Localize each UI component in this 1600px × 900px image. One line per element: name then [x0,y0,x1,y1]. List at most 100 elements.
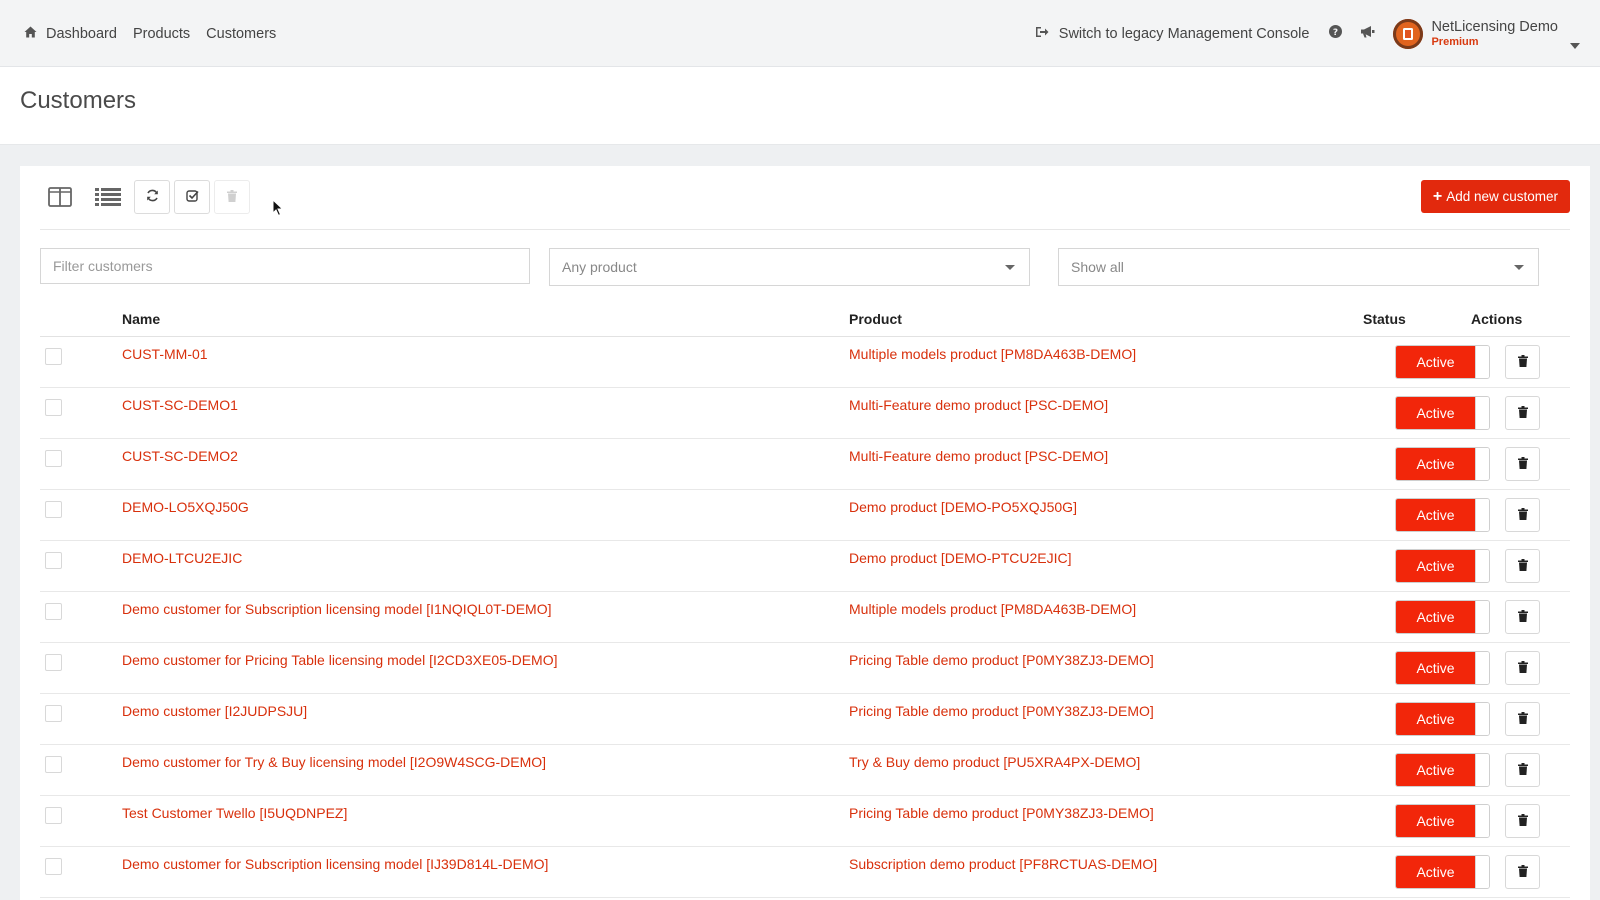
customer-name-link[interactable]: Test Customer Twello [I5UQDNPEZ] [122,805,347,821]
status-toggle[interactable]: Active [1395,702,1490,736]
product-link[interactable]: Pricing Table demo product [P0MY38ZJ3-DE… [849,703,1154,719]
legacy-console-label: Switch to legacy Management Console [1058,25,1310,42]
toggle-knob [1475,601,1489,633]
delete-row-button[interactable] [1505,396,1540,430]
status-toggle[interactable]: Active [1395,498,1490,532]
customer-name-link[interactable]: DEMO-LTCU2EJIC [122,550,242,566]
trash-icon [1517,558,1528,574]
split-view-button[interactable] [42,182,78,214]
customer-name-link[interactable]: Demo customer [I2JUDPSJU] [122,703,307,719]
status-label: Active [1396,601,1475,633]
nav-customers[interactable]: Customers [206,26,276,42]
customer-name-link[interactable]: Demo customer for Subscription licensing… [122,856,548,872]
trash-icon [1517,405,1528,421]
row-select-checkbox[interactable] [45,756,62,773]
delete-row-button[interactable] [1505,345,1540,379]
customer-name-link[interactable]: Demo customer for Try & Buy licensing mo… [122,754,546,770]
row-select-checkbox[interactable] [45,450,62,467]
status-label: Active [1396,754,1475,786]
trash-icon [1517,660,1528,676]
toggle-knob [1475,397,1489,429]
delete-row-button[interactable] [1505,498,1540,532]
nav-customers-label: Customers [206,25,277,42]
refresh-button[interactable] [134,180,170,214]
customers-table: Name Product Status Actions CUST-MM-01 Mu… [40,304,1570,898]
filter-customers-input[interactable] [40,248,530,284]
select-all-button[interactable] [174,180,210,214]
product-link[interactable]: Subscription demo product [PF8RCTUAS-DEM… [849,856,1157,872]
delete-row-button[interactable] [1505,804,1540,838]
trash-icon [1517,864,1528,880]
trash-icon [1517,354,1528,370]
delete-row-button[interactable] [1505,600,1540,634]
product-link[interactable]: Demo product [DEMO-PTCU2EJIC] [849,550,1072,566]
status-toggle[interactable]: Active [1395,396,1490,430]
account-menu[interactable]: NetLicensing Demo Premium [1393,18,1580,50]
table-row: Demo customer for Subscription licensing… [40,592,1570,643]
row-select-checkbox[interactable] [45,552,62,569]
customer-name-link[interactable]: Demo customer for Pricing Table licensin… [122,652,557,668]
product-link[interactable]: Demo product [DEMO-PO5XQJ50G] [849,499,1077,515]
add-new-customer-button[interactable]: + Add new customer [1420,180,1570,213]
nav-dashboard[interactable]: Dashboard [24,26,117,42]
product-link[interactable]: Multiple models product [PM8DA463B-DEMO] [849,601,1136,617]
product-link[interactable]: Multiple models product [PM8DA463B-DEMO] [849,346,1136,362]
announcements-button[interactable] [1360,25,1375,42]
status-toggle[interactable]: Active [1395,447,1490,481]
status-label: Active [1396,652,1475,684]
column-header-name[interactable]: Name [122,311,160,327]
trash-icon [227,189,237,205]
help-button[interactable]: ? [1329,25,1343,42]
table-row: Demo customer for Try & Buy licensing mo… [40,745,1570,796]
status-toggle[interactable]: Active [1395,753,1490,787]
trash-icon [1517,762,1528,778]
status-toggle[interactable]: Active [1395,345,1490,379]
status-filter-select[interactable]: Show all [1058,248,1539,286]
status-toggle[interactable]: Active [1395,549,1490,583]
status-label: Active [1396,550,1475,582]
customer-name-link[interactable]: CUST-SC-DEMO2 [122,448,238,464]
legacy-console-link[interactable]: Switch to legacy Management Console [1035,25,1310,42]
account-info: NetLicensing Demo Premium [1431,18,1580,50]
delete-row-button[interactable] [1505,447,1540,481]
delete-row-button[interactable] [1505,651,1540,685]
delete-row-button[interactable] [1505,702,1540,736]
table-row: Demo customer for Subscription licensing… [40,847,1570,898]
customer-name-link[interactable]: DEMO-LO5XQJ50G [122,499,249,515]
row-select-checkbox[interactable] [45,705,62,722]
customer-name-link[interactable]: CUST-SC-DEMO1 [122,397,238,413]
toggle-knob [1475,856,1489,888]
row-select-checkbox[interactable] [45,399,62,416]
delete-row-button[interactable] [1505,753,1540,787]
account-plan-badge: Premium [1431,35,1479,48]
column-header-product[interactable]: Product [849,311,902,327]
row-select-checkbox[interactable] [45,654,62,671]
status-toggle[interactable]: Active [1395,855,1490,889]
list-view-button[interactable] [90,182,126,214]
product-filter-select[interactable]: Any product [549,248,1030,286]
delete-row-button[interactable] [1505,855,1540,889]
product-link[interactable]: Multi-Feature demo product [PSC-DEMO] [849,397,1108,413]
trash-icon [1517,813,1528,829]
status-toggle[interactable]: Active [1395,600,1490,634]
delete-row-button[interactable] [1505,549,1540,583]
status-toggle[interactable]: Active [1395,804,1490,838]
product-link[interactable]: Pricing Table demo product [P0MY38ZJ3-DE… [849,652,1154,668]
product-link[interactable]: Multi-Feature demo product [PSC-DEMO] [849,448,1108,464]
row-select-checkbox[interactable] [45,348,62,365]
row-select-checkbox[interactable] [45,807,62,824]
customer-name-link[interactable]: CUST-MM-01 [122,346,208,362]
customer-name-link[interactable]: Demo customer for Subscription licensing… [122,601,552,617]
table-row: CUST-SC-DEMO1 Multi-Feature demo product … [40,388,1570,439]
row-select-checkbox[interactable] [45,858,62,875]
delete-selected-button[interactable] [214,180,250,214]
row-select-checkbox[interactable] [45,603,62,620]
page-header: Customers [0,67,1600,145]
status-toggle[interactable]: Active [1395,651,1490,685]
product-link[interactable]: Pricing Table demo product [P0MY38ZJ3-DE… [849,805,1154,821]
check-square-icon [185,189,199,205]
nav-products[interactable]: Products [133,26,190,42]
trash-icon [1517,711,1528,727]
row-select-checkbox[interactable] [45,501,62,518]
product-link[interactable]: Try & Buy demo product [PU5XRA4PX-DEMO] [849,754,1140,770]
